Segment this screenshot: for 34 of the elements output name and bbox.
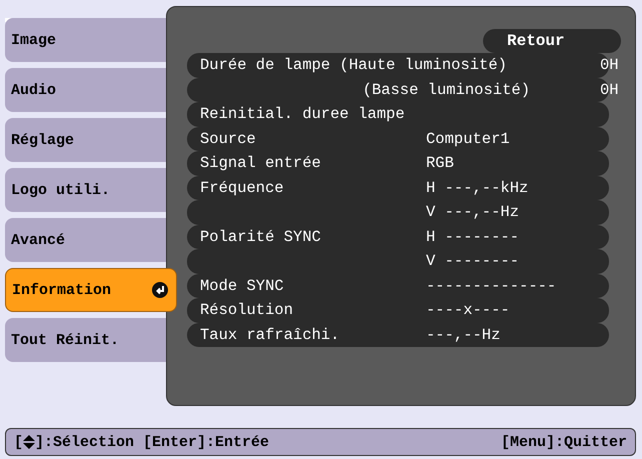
info-value: H --------	[426, 228, 520, 246]
info-value: 0H	[599, 56, 619, 74]
info-label: Mode SYNC	[200, 276, 285, 295]
info-value: RGB	[426, 154, 455, 172]
menu-item[interactable]: Image	[5, 18, 166, 62]
enter-icon	[152, 282, 168, 298]
info-label: (Basse luminosité)	[362, 80, 530, 99]
menu-item[interactable]: Audio	[5, 68, 166, 112]
info-label: Fréquence	[200, 178, 285, 197]
info-label: Polarité SYNC	[200, 228, 322, 246]
info-label: Signal entrée	[200, 154, 322, 172]
menu-item[interactable]: Information	[5, 268, 177, 312]
menu-item[interactable]: Logo utili.	[5, 168, 166, 212]
info-label: Reinitial. duree lampe	[200, 105, 406, 124]
info-label: Résolution	[200, 301, 294, 320]
info-value: --------------	[426, 276, 558, 295]
info-value: Computer1	[426, 130, 511, 148]
hint-text: ]:Sélection [Enter]:Entrée	[35, 434, 270, 450]
info-value: V --------	[426, 252, 520, 270]
up-down-icon	[23, 435, 36, 449]
info-label: Source	[200, 130, 257, 148]
info-value: 0H	[599, 80, 619, 99]
info-value: ----x----	[426, 301, 511, 320]
menu-item[interactable]: Avancé	[5, 218, 166, 262]
info-value: V ---,--Hz	[426, 203, 520, 222]
back-button[interactable]: Retour	[483, 29, 621, 53]
hint-text: [Menu]:Quitter	[500, 434, 627, 450]
info-value: ---,--Hz	[426, 326, 502, 344]
hint-text: [	[14, 434, 24, 450]
info-label: Durée de lampe (Haute luminosité)	[200, 56, 508, 74]
info-label: Taux rafraîchi.	[200, 326, 341, 344]
menu-item[interactable]: Réglage	[5, 118, 166, 162]
menu-item[interactable]: Tout Réinit.	[5, 318, 166, 362]
info-value: H ---,--kHz	[426, 178, 530, 197]
